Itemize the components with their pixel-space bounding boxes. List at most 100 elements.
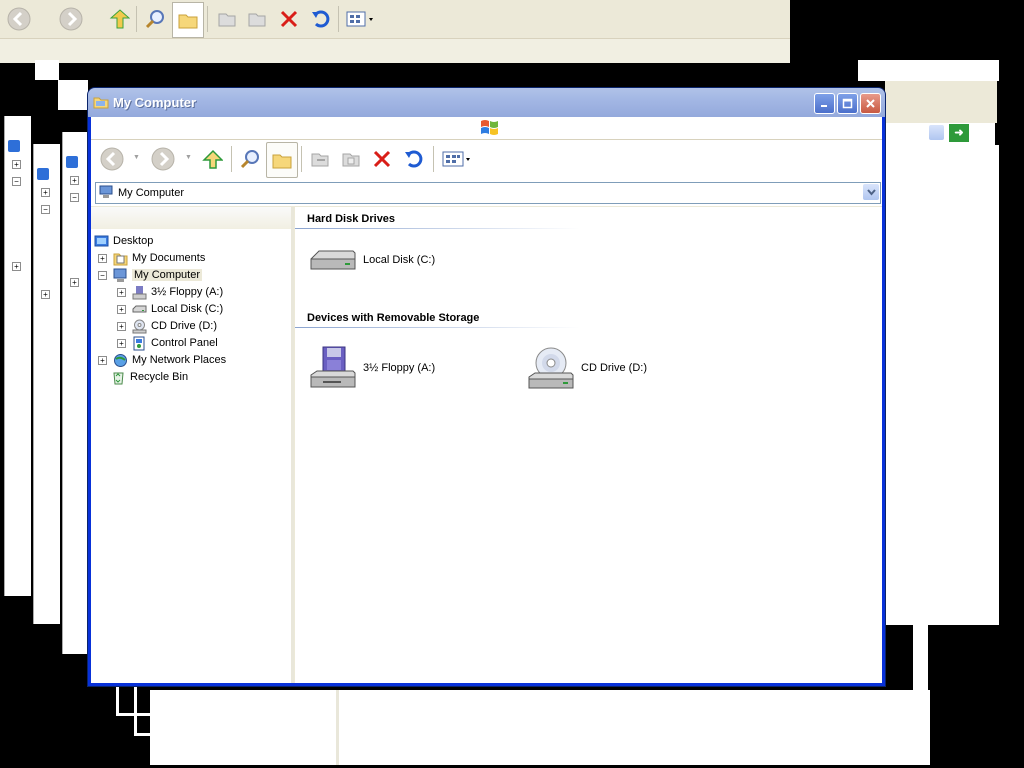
collapse-icon: − — [12, 177, 21, 186]
desktop-icon — [8, 140, 20, 152]
chevron-down-icon — [866, 188, 876, 196]
forward-icon — [151, 147, 175, 171]
tree-item-label: 3½ Floppy (A:) — [151, 286, 224, 298]
copy-to-button[interactable] — [336, 144, 366, 174]
tree-item-network-places[interactable]: + My Network Places — [98, 352, 226, 368]
tree-item-my-computer[interactable]: − My Computer — [98, 267, 203, 283]
floppy-icon — [132, 285, 147, 300]
expand-icon[interactable]: + — [117, 304, 126, 314]
delete-button[interactable] — [367, 144, 397, 174]
computer-icon — [113, 268, 128, 283]
expand-icon: + — [41, 290, 50, 299]
tree-item-control-panel[interactable]: + Control Panel — [117, 335, 218, 351]
control-panel-icon — [132, 336, 147, 351]
computer-icon — [99, 185, 113, 202]
floppy-icon — [310, 346, 356, 388]
expand-icon[interactable]: + — [117, 287, 126, 297]
expand-icon: + — [70, 176, 79, 185]
tree-item-cd-drive[interactable]: + CD Drive (D:) — [117, 318, 217, 334]
maximize-button[interactable] — [837, 93, 858, 114]
tree-item-label: My Computer — [132, 269, 203, 281]
folders-icon — [172, 2, 204, 38]
undo-button[interactable] — [399, 144, 429, 174]
tree-item-label: Desktop — [113, 235, 154, 247]
background-tree-pane: + − + — [4, 116, 31, 596]
back-button[interactable] — [97, 144, 127, 174]
standard-toolbar: ▼ ▼ — [91, 140, 882, 180]
expand-icon[interactable]: + — [98, 355, 107, 365]
harddisk-icon — [132, 302, 147, 317]
search-button[interactable] — [235, 144, 265, 174]
background-window-frame — [858, 60, 999, 81]
main-window[interactable]: My Computer ▼ ▼ My Computer Desktop + My… — [88, 88, 885, 686]
up-icon — [104, 4, 134, 34]
toolbar-separator — [207, 6, 208, 32]
tree-item-desktop[interactable]: Desktop — [94, 233, 153, 249]
tree-item-recycle-bin[interactable]: Recycle Bin — [111, 369, 188, 385]
group-divider — [295, 327, 580, 328]
views-button[interactable] — [439, 144, 475, 174]
group-divider — [295, 228, 580, 229]
background-address-box: ➜ — [885, 123, 995, 145]
network-icon — [113, 353, 128, 368]
undo-icon — [306, 4, 336, 34]
address-dropdown-button[interactable] — [863, 184, 879, 200]
windows-logo-icon — [479, 118, 499, 139]
move-to-button[interactable] — [305, 144, 335, 174]
move-to-icon — [311, 153, 329, 167]
undo-icon — [405, 150, 423, 168]
collapse-icon: − — [70, 193, 79, 202]
drive-item-cd-drive[interactable]: CD Drive (D:) — [527, 345, 647, 391]
tree-item-label: Local Disk (C:) — [151, 303, 224, 315]
menu-bar — [91, 117, 882, 140]
background-tree-pane: + − + — [62, 132, 89, 654]
back-dropdown-icon[interactable]: ▼ — [133, 154, 140, 161]
go-arrow-icon: ➜ — [949, 124, 969, 142]
move-to-icon — [212, 4, 242, 34]
group-header-hard-disks: Hard Disk Drives — [307, 213, 396, 225]
background-tree-pane: + − + — [33, 144, 60, 624]
expand-icon: + — [41, 188, 50, 197]
address-input[interactable]: My Computer — [95, 182, 881, 204]
up-button[interactable] — [197, 144, 227, 174]
content-pane: Hard Disk Drives Local Disk (C:) Devices… — [295, 207, 882, 683]
cdrom-icon — [528, 347, 574, 389]
drive-label: Local Disk (C:) — [363, 254, 436, 266]
expand-icon[interactable]: + — [98, 253, 107, 263]
tree-item-floppy[interactable]: + 3½ Floppy (A:) — [117, 284, 223, 300]
folders-pane-header — [91, 207, 291, 229]
forward-dropdown-icon[interactable]: ▼ — [185, 154, 192, 161]
expand-icon: + — [70, 278, 79, 287]
tree-item-label: CD Drive (D:) — [151, 320, 217, 332]
background-address-strip — [0, 38, 790, 63]
folders-button[interactable] — [266, 142, 298, 178]
back-icon — [4, 4, 34, 34]
views-icon — [344, 4, 374, 34]
close-button[interactable] — [860, 93, 881, 114]
drive-item-floppy[interactable]: 3½ Floppy (A:) — [309, 345, 435, 391]
copy-to-icon — [342, 153, 360, 167]
tree-item-local-disk[interactable]: + Local Disk (C:) — [117, 301, 223, 317]
expand-icon[interactable]: + — [117, 321, 126, 331]
minimize-button[interactable] — [814, 93, 835, 114]
search-icon — [240, 150, 259, 169]
expand-icon[interactable]: + — [117, 338, 126, 348]
forward-button[interactable] — [148, 144, 178, 174]
copy-to-icon — [242, 4, 272, 34]
collapse-icon[interactable]: − — [98, 270, 107, 280]
toolbar-separator — [301, 146, 302, 172]
title-bar[interactable]: My Computer — [88, 88, 885, 117]
recycle-bin-icon — [111, 370, 126, 385]
toolbar-separator — [433, 146, 434, 172]
drive-item-local-disk[interactable]: Local Disk (C:) — [309, 243, 435, 277]
folders-icon — [272, 154, 292, 169]
toolbar-separator — [231, 146, 232, 172]
tree-item-label: My Documents — [132, 252, 206, 264]
tree-item-my-documents[interactable]: + My Documents — [98, 250, 205, 266]
tree-item-label: My Network Places — [132, 354, 227, 366]
desktop-icon — [37, 168, 49, 180]
folders-pane: Desktop + My Documents − My Computer + 3… — [91, 207, 294, 683]
background-splitter — [336, 690, 339, 765]
tree-item-label: Control Panel — [151, 337, 218, 349]
up-icon — [202, 149, 223, 169]
